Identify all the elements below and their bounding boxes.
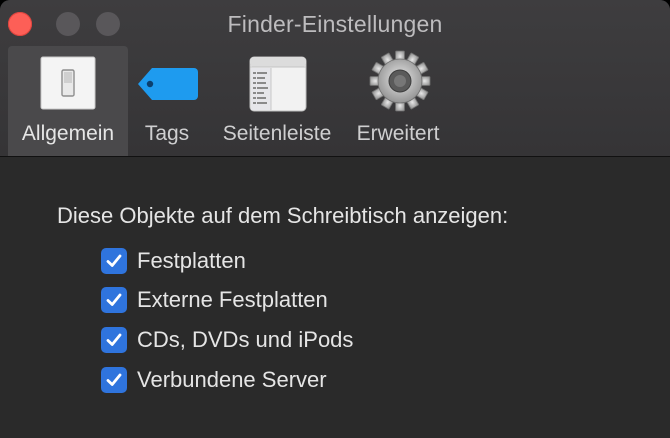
checkmark-icon xyxy=(106,254,122,267)
option-label: Festplatten xyxy=(137,248,246,273)
checkbox-externe-festplatten[interactable] xyxy=(101,287,127,313)
gear-icon xyxy=(369,50,431,112)
general-switch-icon xyxy=(40,56,96,110)
option-label: Verbundene Server xyxy=(137,367,327,392)
checkmark-icon xyxy=(106,293,122,306)
tab-seitenleiste-label: Seitenleiste xyxy=(222,122,332,145)
tab-seitenleiste[interactable]: Seitenleiste xyxy=(212,46,342,156)
option-cds-dvds-ipods[interactable]: CDs, DVDs und iPods xyxy=(101,325,353,355)
tab-allgemein[interactable]: Allgemein xyxy=(8,46,128,156)
checkbox-festplatten[interactable] xyxy=(101,248,127,274)
tag-icon xyxy=(136,66,200,102)
tab-erweitert[interactable]: Erweitert xyxy=(342,46,454,156)
tab-erweitert-label: Erweitert xyxy=(356,122,440,145)
sidebar-icon xyxy=(249,56,307,112)
finder-preferences-window: Finder-Einstellungen Allgemein Tags Seit… xyxy=(0,0,670,438)
tab-tags[interactable]: Tags xyxy=(128,46,206,156)
option-label: CDs, DVDs und iPods xyxy=(137,327,354,352)
general-pane: Diese Objekte auf dem Schreibtisch anzei… xyxy=(0,157,670,438)
tab-allgemein-label: Allgemein xyxy=(21,122,115,145)
desktop-items-heading: Diese Objekte auf dem Schreibtisch anzei… xyxy=(57,203,509,228)
checkmark-icon xyxy=(106,333,122,346)
window-title: Finder-Einstellungen xyxy=(227,11,443,37)
option-label: Externe Festplatten xyxy=(137,287,328,312)
option-festplatten[interactable]: Festplatten xyxy=(101,246,246,276)
option-externe-festplatten[interactable]: Externe Festplatten xyxy=(101,285,328,315)
tab-tags-label: Tags xyxy=(144,122,190,145)
toolbar: Finder-Einstellungen Allgemein Tags Seit… xyxy=(0,0,670,157)
checkbox-cds-dvds-ipods[interactable] xyxy=(101,327,127,353)
checkbox-verbundene-server[interactable] xyxy=(101,367,127,393)
checkmark-icon xyxy=(106,373,122,386)
option-verbundene-server[interactable]: Verbundene Server xyxy=(101,365,327,395)
